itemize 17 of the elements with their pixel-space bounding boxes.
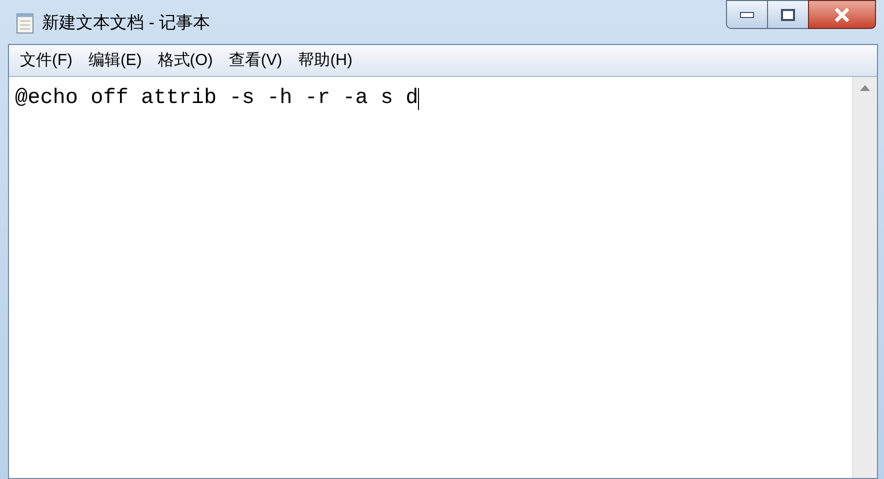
window-title: 新建文本文档 - 记事本 <box>42 12 210 34</box>
menu-item[interactable]: 编辑(E) <box>81 48 149 72</box>
scroll-up-arrow-icon[interactable] <box>860 85 870 91</box>
scrollbar[interactable] <box>852 77 877 478</box>
menu-item[interactable]: 格式(O) <box>150 48 220 72</box>
text-content: @echo off attrib -s -h -r -a s d <box>15 87 418 110</box>
menu-item[interactable]: 帮助(H) <box>291 48 360 72</box>
text-cursor <box>418 88 420 110</box>
close-icon <box>834 8 850 22</box>
close-button[interactable] <box>808 0 876 29</box>
maximize-icon <box>781 8 795 20</box>
minimize-icon <box>740 12 754 18</box>
menu-item[interactable]: 文件(F) <box>13 48 80 72</box>
menu-item[interactable]: 查看(V) <box>222 48 290 72</box>
notepad-icon <box>16 12 34 34</box>
minimize-button[interactable] <box>726 0 768 29</box>
maximize-button[interactable] <box>768 0 808 29</box>
